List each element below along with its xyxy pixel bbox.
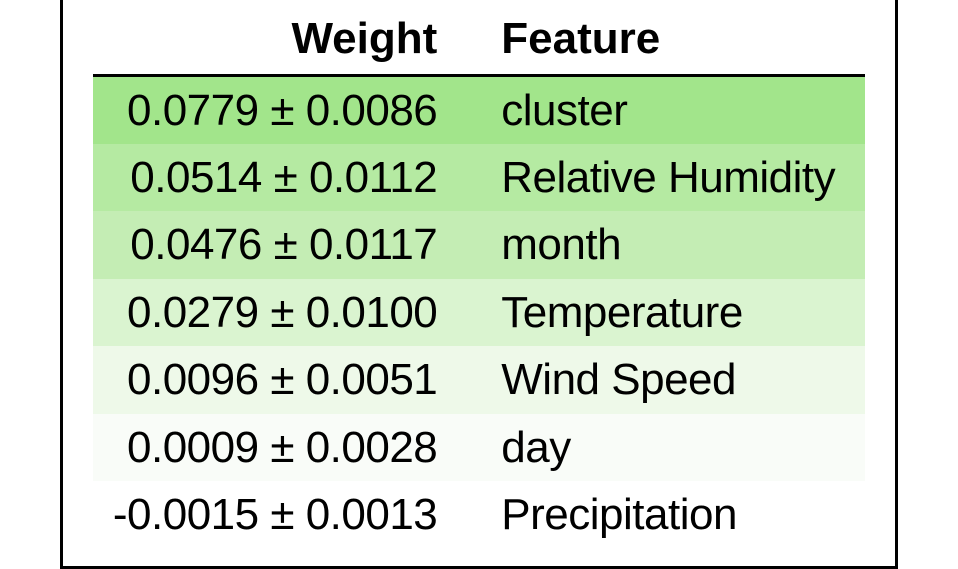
weight-cell: 0.0096 ± 0.0051 xyxy=(93,346,491,413)
feature-cell: day xyxy=(491,414,865,481)
table-row: 0.0096 ± 0.0051 Wind Speed xyxy=(93,346,865,413)
weight-cell: 0.0009 ± 0.0028 xyxy=(93,414,491,481)
weight-cell: 0.0476 ± 0.0117 xyxy=(93,211,491,278)
weight-cell: 0.0279 ± 0.0100 xyxy=(93,279,491,346)
column-header-feature: Feature xyxy=(491,10,865,76)
feature-importance-table-container: Weight Feature 0.0779 ± 0.0086 cluster 0… xyxy=(60,0,898,569)
weight-cell: -0.0015 ± 0.0013 xyxy=(93,481,491,548)
weight-cell: 0.0779 ± 0.0086 xyxy=(93,75,491,144)
feature-cell: Relative Humidity xyxy=(491,144,865,211)
weight-cell: 0.0514 ± 0.0112 xyxy=(93,144,491,211)
table-header-row: Weight Feature xyxy=(93,10,865,76)
column-header-weight: Weight xyxy=(93,10,491,76)
feature-cell: cluster xyxy=(491,75,865,144)
table-row: 0.0779 ± 0.0086 cluster xyxy=(93,75,865,144)
table-row: 0.0476 ± 0.0117 month xyxy=(93,211,865,278)
feature-importance-table: Weight Feature 0.0779 ± 0.0086 cluster 0… xyxy=(93,10,865,549)
feature-cell: Precipitation xyxy=(491,481,865,548)
table-row: 0.0514 ± 0.0112 Relative Humidity xyxy=(93,144,865,211)
table-row: 0.0279 ± 0.0100 Temperature xyxy=(93,279,865,346)
table-row: 0.0009 ± 0.0028 day xyxy=(93,414,865,481)
table-row: -0.0015 ± 0.0013 Precipitation xyxy=(93,481,865,548)
feature-cell: month xyxy=(491,211,865,278)
feature-cell: Wind Speed xyxy=(491,346,865,413)
feature-cell: Temperature xyxy=(491,279,865,346)
